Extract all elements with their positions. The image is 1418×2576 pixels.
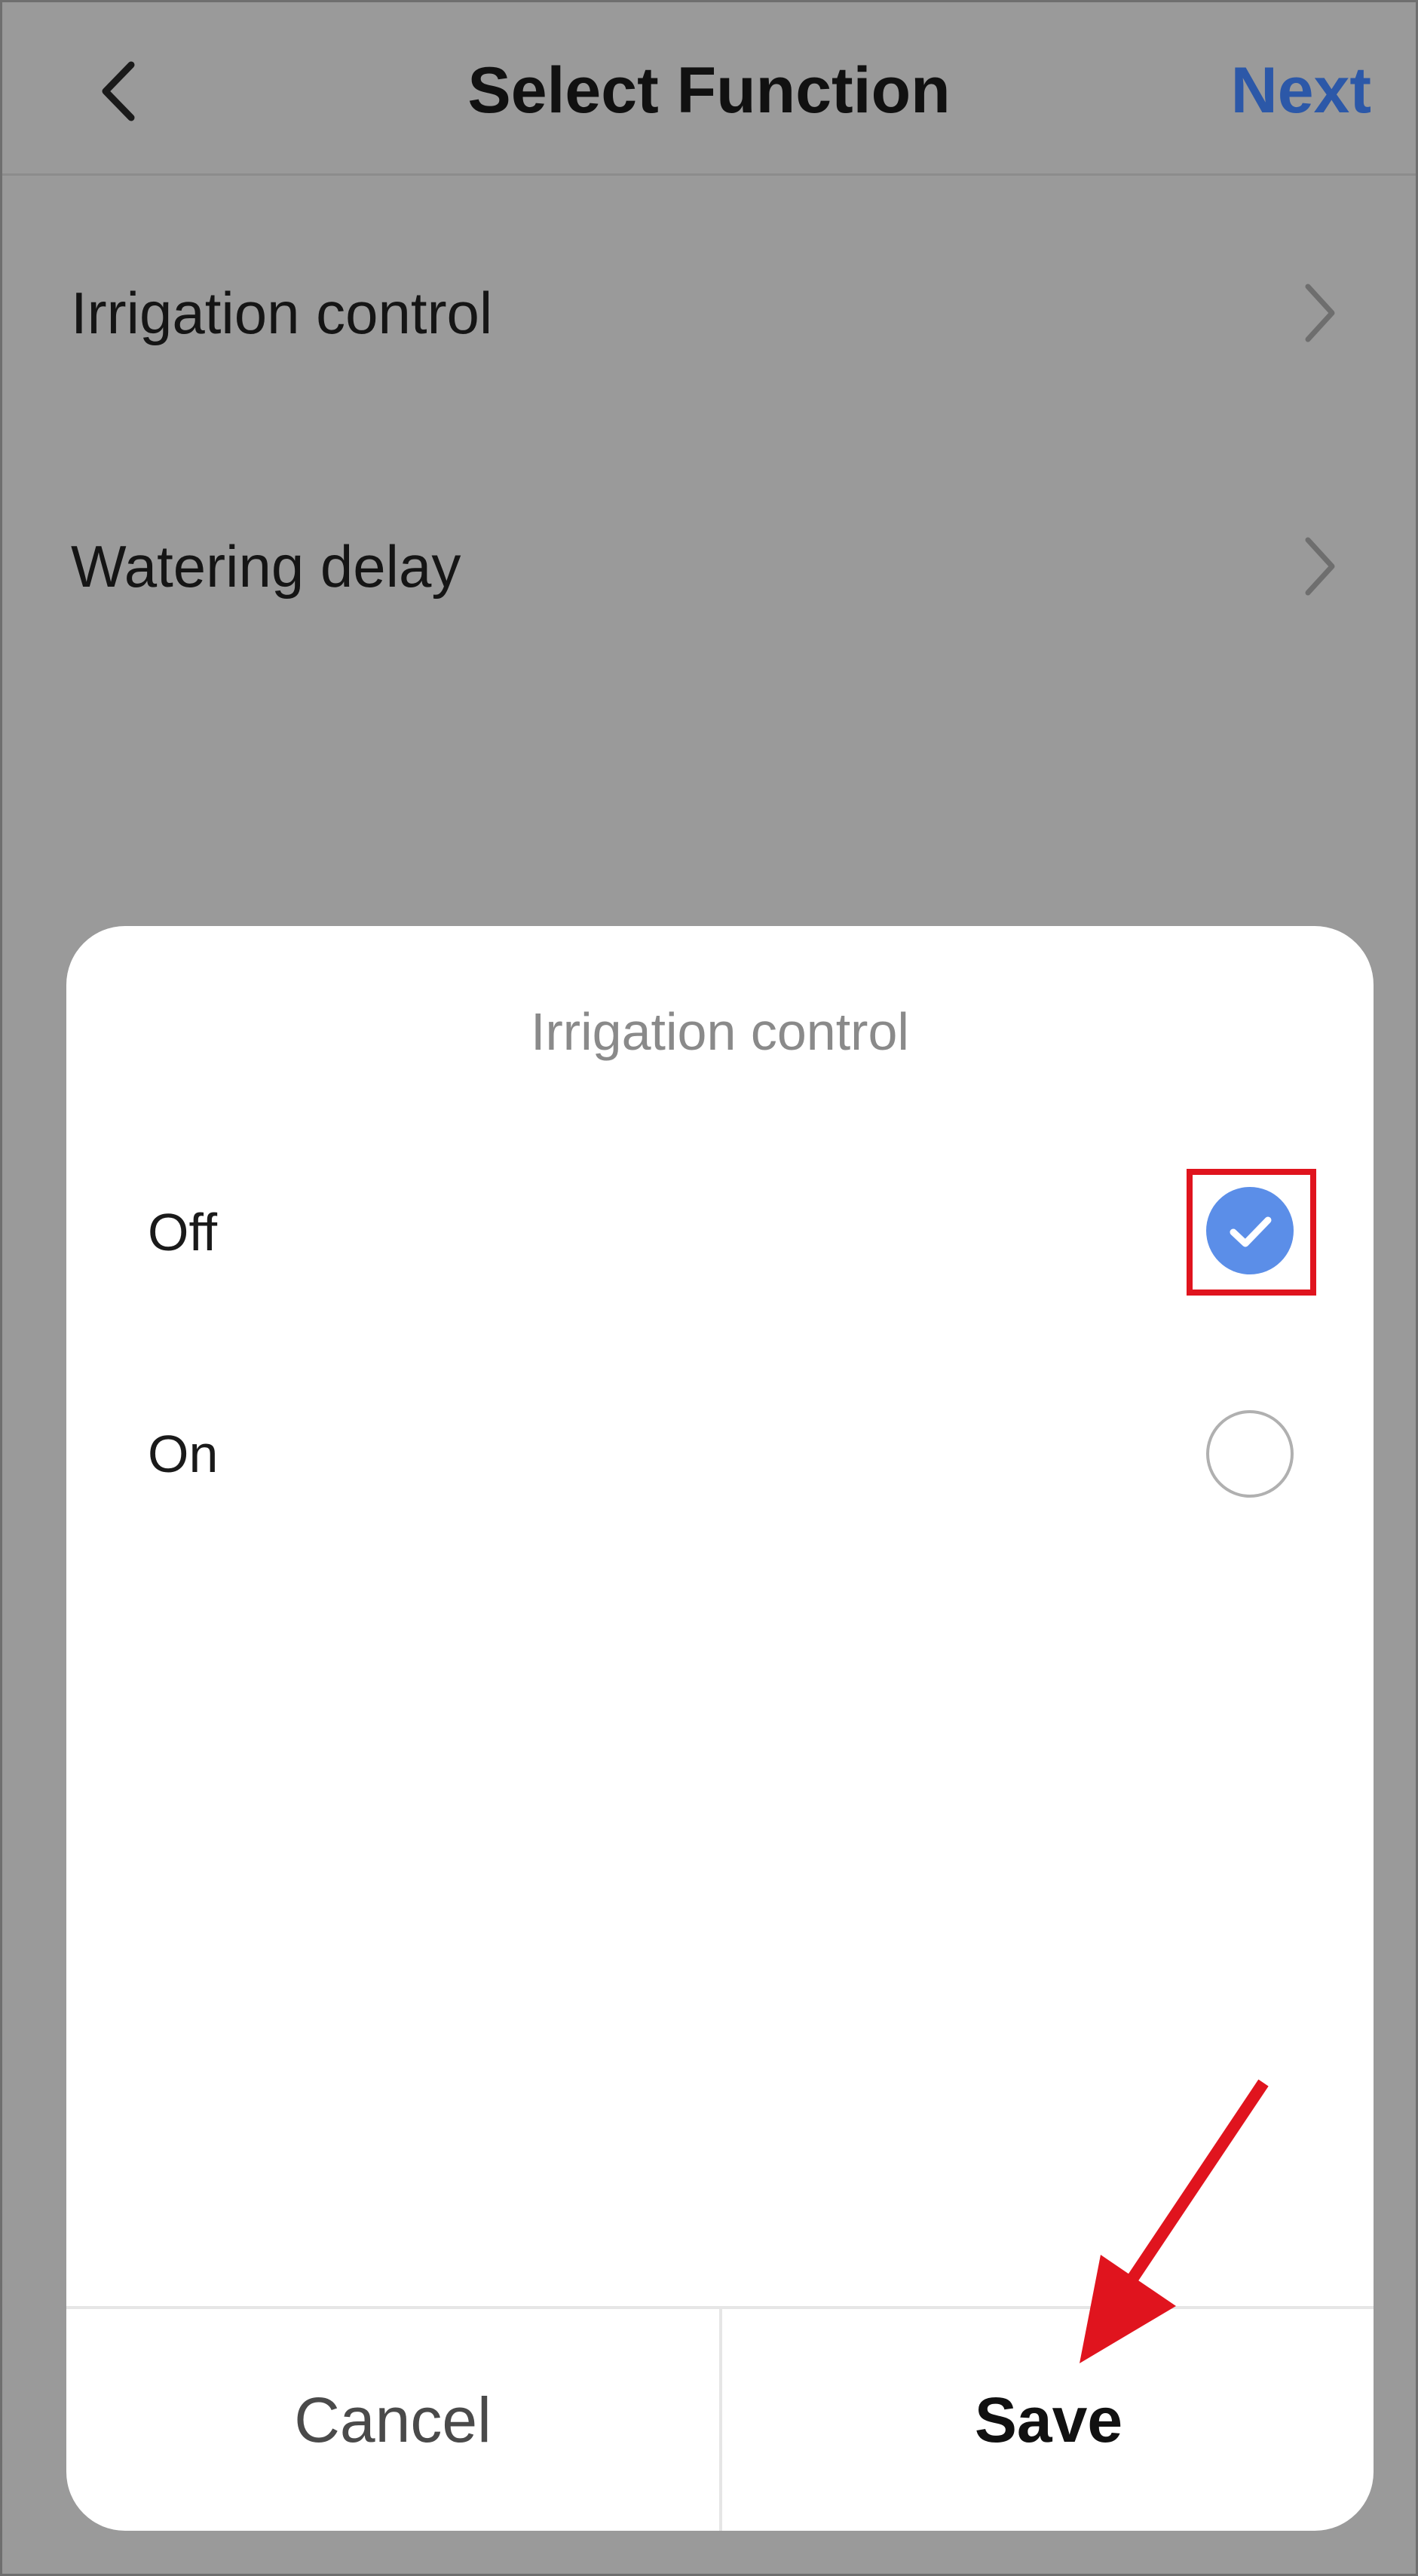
irrigation-control-dialog: Irrigation control Off On Cancel Save — [66, 926, 1374, 2531]
list-item-watering-delay[interactable]: Watering delay — [0, 472, 1418, 653]
header-bar: Select Function Next — [0, 0, 1418, 176]
cancel-button[interactable]: Cancel — [66, 2309, 719, 2531]
page-title: Select Function — [467, 54, 951, 127]
option-label: On — [148, 1424, 219, 1483]
list-item-irrigation-control[interactable]: Irrigation control — [0, 219, 1418, 400]
option-on[interactable]: On — [66, 1378, 1374, 1529]
save-button[interactable]: Save — [722, 2309, 1374, 2531]
chevron-right-icon — [1305, 537, 1335, 596]
chevron-right-icon — [1305, 284, 1335, 342]
option-label: Off — [148, 1203, 218, 1262]
radio-unchecked[interactable] — [1206, 1410, 1294, 1498]
list-item-label: Watering delay — [71, 533, 461, 600]
dialog-footer: Cancel Save — [66, 2306, 1374, 2531]
next-button[interactable]: Next — [1231, 53, 1371, 128]
option-off[interactable]: Off — [66, 1157, 1374, 1308]
highlight-box — [1187, 1169, 1316, 1296]
dialog-title: Irrigation control — [531, 1002, 909, 1061]
list-item-label: Irrigation control — [71, 280, 493, 346]
